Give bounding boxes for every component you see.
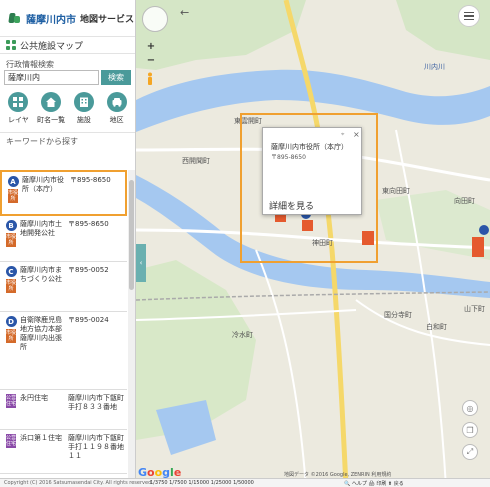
city-logo-icon xyxy=(8,11,22,25)
map-label: 白和町 xyxy=(426,323,447,331)
tool-layers[interactable]: レイヤ xyxy=(3,92,33,132)
right-tools: ◎ ❐ ⤢ xyxy=(462,400,478,460)
result-item[interactable]: A 市役所 薩摩川内市役所（本庁） 〒895-8650 xyxy=(0,170,127,216)
result-address: 薩摩川内市下甑町手打１１９８番地１１ xyxy=(68,434,124,460)
tool-town-list[interactable]: 町名一覧 xyxy=(36,92,66,132)
popup-title: 薩摩川内市役所（本庁） xyxy=(271,143,348,151)
info-popup: ⌖ × 薩摩川内市役所（本庁） 〒895-8650 詳細を見る xyxy=(262,127,362,215)
map-view[interactable]: 川内川 東雲開町 西開聞町 神田町 東向田町 向田町 白和町 冷水町 国分寺町 … xyxy=(136,0,490,487)
search-input[interactable] xyxy=(4,70,99,85)
home-icon xyxy=(41,92,62,112)
zoom-control: + − xyxy=(144,40,158,68)
result-item[interactable]: D 市役所 自衛隊鹿児島地方協力本部薩摩川内出張所 〒895-0024 xyxy=(0,312,127,390)
result-name: 永円住宅 xyxy=(20,394,48,402)
tool-label: レイヤ xyxy=(7,116,29,124)
result-name: 薩摩川内市土地開発公社 xyxy=(20,220,62,237)
result-name: 薩摩川内市まちづくり公社 xyxy=(20,266,62,283)
map-label: 冷水町 xyxy=(232,331,253,339)
map-title: 公共施設マップ xyxy=(20,41,84,52)
marker-b-icon: B xyxy=(5,220,17,231)
map-label: 川内川 xyxy=(424,63,445,71)
header: 薩摩川内市 地図サービス xyxy=(0,0,135,36)
tool-row: レイヤ 町名一覧 施設 地区 xyxy=(0,86,135,132)
map-attribution: 地図データ ©2016 Google, ZENRIN 利用規約 xyxy=(284,472,392,478)
car-icon xyxy=(106,92,127,112)
tool-facility[interactable]: 施設 xyxy=(69,92,99,132)
fullscreen-icon[interactable]: ⤢ xyxy=(462,444,478,460)
bottom-bar: Copyright (C) 2016 Satsumasendai City. A… xyxy=(0,478,490,487)
category-tag: 市役所 xyxy=(6,329,17,343)
locate-icon[interactable]: ◎ xyxy=(462,400,478,416)
scale-options[interactable]: 1/3750 1/7500 1/15000 1/25000 1/50000 xyxy=(150,480,254,486)
copy-icon[interactable]: ❐ xyxy=(462,422,478,438)
result-name: 自衛隊鹿児島地方協力本部薩摩川内出張所 xyxy=(20,316,62,351)
category-tag: 市役所 xyxy=(8,189,19,203)
popup-detail-link[interactable]: 詳細を見る xyxy=(269,199,314,212)
header-subtitle: 地図サービス xyxy=(80,14,135,25)
pan-control[interactable] xyxy=(142,6,168,32)
zoom-out-button[interactable]: − xyxy=(147,54,155,68)
tool-label: 施設 xyxy=(76,116,91,124)
header-title: 薩摩川内市 xyxy=(26,14,76,26)
map-label: 向田町 xyxy=(454,197,475,205)
category-tag: 市役所 xyxy=(6,279,17,293)
popup-close-button[interactable]: × xyxy=(353,130,360,139)
result-address: 〒895-0052 xyxy=(68,266,109,274)
category-tag: 公営住宅 xyxy=(6,394,17,408)
keyword-section-label: キーワードから探す xyxy=(0,132,135,146)
result-address: 〒895-0024 xyxy=(68,316,109,324)
result-address: 〒895-8650 xyxy=(68,220,109,228)
building-icon xyxy=(73,92,94,112)
back-arrow-icon[interactable]: ← xyxy=(180,6,194,20)
bottom-links[interactable]: 🔍 ヘルプ 🖨 印刷 ⬆ 戻る xyxy=(344,480,404,487)
result-item[interactable]: 公営住宅 永円住宅 薩摩川内市下甑町手打８３３番地 xyxy=(0,390,127,430)
result-item[interactable]: 公営住宅 浜口第１住宅 薩摩川内市下甑町手打１１９８番地１１ xyxy=(0,430,127,474)
map-label: 西開聞町 xyxy=(182,157,210,165)
category-tag: 公営住宅 xyxy=(6,434,17,448)
collapse-sidebar-button[interactable]: ‹ xyxy=(136,244,146,282)
map-label: 東向田町 xyxy=(382,187,410,195)
result-item[interactable]: C 市役所 薩摩川内市まちづくり公社 〒895-0052 xyxy=(0,262,127,312)
grid-icon xyxy=(6,40,16,50)
tool-label: 地区 xyxy=(109,116,124,124)
marker-d-icon: D xyxy=(5,316,17,327)
zoom-in-button[interactable]: + xyxy=(147,40,155,54)
result-address: 薩摩川内市下甑町手打８３３番地 xyxy=(68,394,124,411)
copyright: Copyright (C) 2016 Satsumasendai City. A… xyxy=(4,480,153,486)
category-tag: 市役所 xyxy=(6,233,17,247)
scroll-thumb[interactable] xyxy=(129,180,134,290)
tool-label: 町名一覧 xyxy=(37,116,66,124)
result-name: 薩摩川内市役所（本庁） xyxy=(22,176,64,193)
result-name: 浜口第１住宅 xyxy=(20,434,62,442)
marker-c-icon: C xyxy=(5,266,17,277)
popup-zip: 〒895-8650 xyxy=(271,154,306,161)
search-section-label: 行政情報検索 xyxy=(6,60,54,69)
pin-icon[interactable]: ⌖ xyxy=(341,131,344,139)
street-view-icon[interactable] xyxy=(146,72,154,86)
results-list: A 市役所 薩摩川内市役所（本庁） 〒895-8650 B 市役所 薩摩川内市土地開… xyxy=(0,170,127,487)
hamburger-menu-icon[interactable] xyxy=(458,5,480,27)
results-scrollbar[interactable] xyxy=(128,170,135,480)
map-title-bar[interactable]: 公共施設マップ xyxy=(0,36,135,54)
result-address: 〒895-8650 xyxy=(70,176,111,184)
tool-district[interactable]: 地区 xyxy=(102,92,132,132)
marker-a-icon: A xyxy=(7,176,19,187)
layers-icon xyxy=(8,92,29,112)
map-label: 国分寺町 xyxy=(384,311,412,319)
result-item[interactable]: B 市役所 薩摩川内市土地開発公社 〒895-8650 xyxy=(0,216,127,262)
search-button[interactable]: 検索 xyxy=(101,70,131,85)
map-label: 山下町 xyxy=(464,305,485,313)
search-row: 検索 xyxy=(0,70,135,86)
